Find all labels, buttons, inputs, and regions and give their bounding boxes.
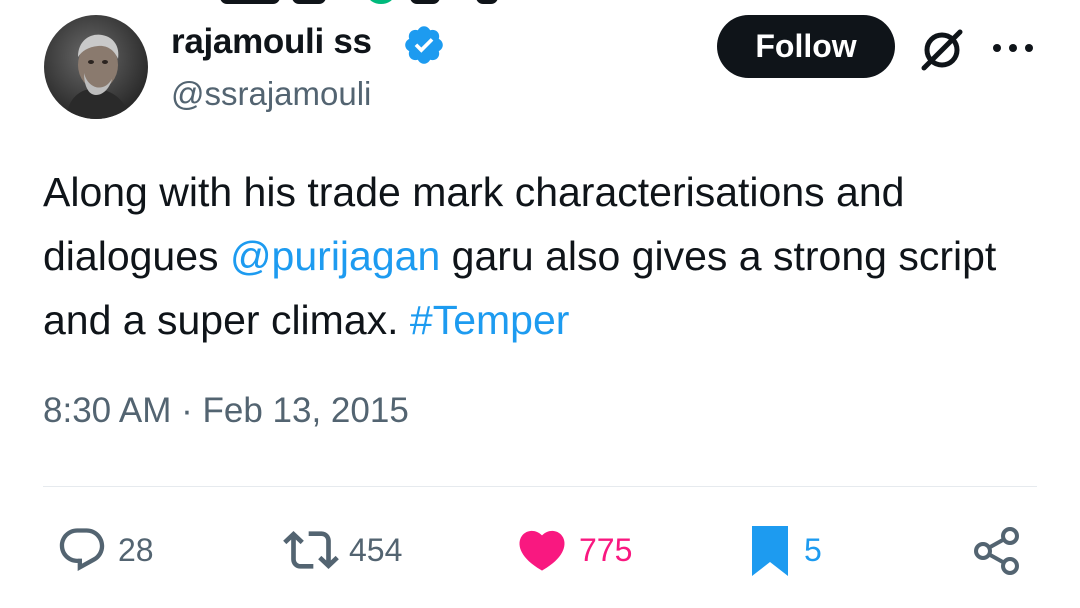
tweet-timestamp[interactable]: 8:30 AM · Feb 13, 2015 [43, 391, 409, 431]
bookmark-count: 5 [804, 531, 822, 568]
grok-icon[interactable] [916, 24, 968, 76]
reply-icon [59, 528, 105, 572]
cropped-text-fragment [220, 0, 280, 4]
verified-badge-icon [405, 26, 443, 64]
follow-button[interactable]: Follow [717, 15, 895, 78]
cropped-badge-icon [368, 0, 394, 4]
top-strip-cropped [0, 0, 1080, 6]
reply-button[interactable]: 28 [56, 522, 154, 578]
display-name[interactable]: rajamouli ss [171, 22, 372, 62]
heart-icon [519, 530, 565, 571]
share-icon[interactable] [970, 524, 1024, 578]
repost-count: 454 [349, 531, 403, 568]
like-count: 775 [579, 531, 633, 568]
bookmark-button[interactable]: 5 [748, 522, 822, 578]
hashtag-link[interactable]: #Temper [410, 297, 570, 343]
more-options-icon[interactable] [988, 30, 1038, 66]
repost-button[interactable]: 454 [283, 522, 402, 578]
cropped-text-fragment [476, 0, 498, 4]
mention-link[interactable]: @purijagan [230, 233, 440, 279]
avatar[interactable] [44, 15, 148, 119]
tweet-text: Along with his trade mark characterisati… [43, 160, 1043, 352]
handle[interactable]: @ssrajamouli [171, 75, 371, 113]
cropped-text-fragment [292, 0, 326, 4]
divider [43, 486, 1037, 487]
reply-count: 28 [118, 531, 154, 568]
bookmark-icon [752, 526, 788, 576]
cropped-text-fragment [410, 0, 440, 4]
like-button[interactable]: 775 [515, 522, 632, 578]
repost-icon [283, 531, 339, 569]
